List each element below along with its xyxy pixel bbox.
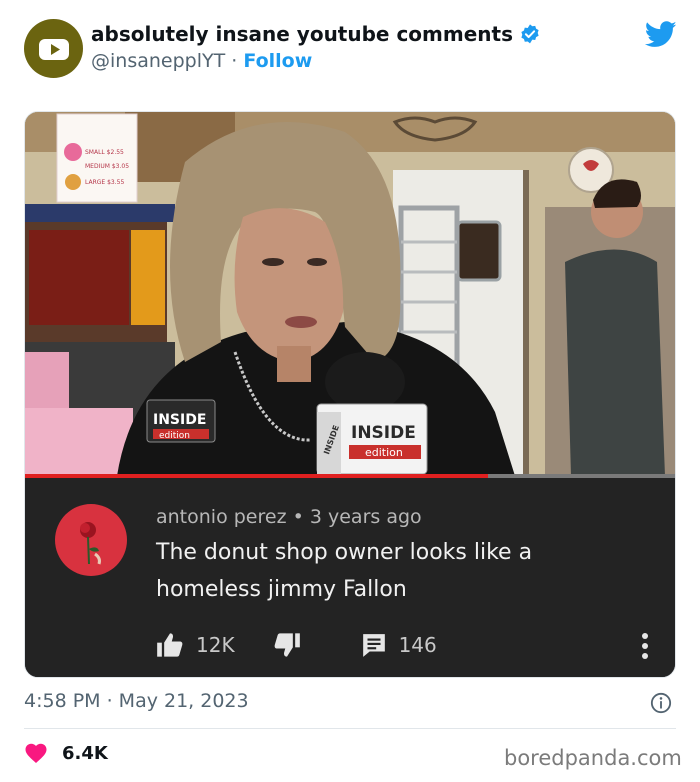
comment-avatar[interactable] [55, 504, 127, 576]
comment-author[interactable]: antonio perez [156, 506, 287, 528]
menu-line-small: SMALL $2.55 [85, 149, 124, 156]
comment-age: 3 years ago [309, 506, 422, 528]
tweet-likes[interactable]: 6.4K [24, 742, 108, 764]
like-button[interactable]: 12K [156, 632, 235, 658]
twitter-bird-icon[interactable] [644, 21, 677, 52]
more-vert-icon[interactable] [641, 632, 649, 664]
video-frame[interactable]: SMALL $2.55 MEDIUM $3.05 LARGE $3.55 INS… [25, 112, 675, 476]
comment-actions: 12K 146 [156, 632, 437, 658]
handle-separator: · [231, 50, 238, 72]
handle-row: @insanepplYT · Follow [91, 50, 312, 72]
profile-avatar[interactable] [24, 19, 83, 78]
reply-count: 146 [398, 633, 437, 657]
display-name[interactable]: absolutely insane youtube comments [91, 22, 513, 46]
youtube-logo-icon [38, 38, 69, 60]
thumbs-up-icon [157, 633, 183, 657]
follow-button[interactable]: Follow [243, 50, 312, 72]
info-icon[interactable] [650, 692, 672, 718]
dislike-button[interactable] [273, 632, 301, 658]
logo-inside-text: INSIDE [153, 412, 206, 428]
rose-avatar-icon [80, 522, 101, 565]
boredpanda-watermark: boredpanda.com [504, 746, 682, 770]
verified-badge-icon [521, 24, 539, 44]
heart-icon [25, 743, 47, 763]
divider [24, 728, 676, 729]
like-count: 12K [196, 633, 235, 657]
handle[interactable]: @insanepplYT [91, 50, 225, 72]
likes-count: 6.4K [62, 742, 108, 764]
logo-edition-text: edition [159, 431, 190, 441]
menu-line-medium: MEDIUM $3.05 [85, 163, 129, 170]
mic-edition-text: edition [365, 446, 403, 459]
tweet-header: absolutely insane youtube comments @insa… [0, 0, 700, 100]
menu-line-large: LARGE $3.55 [85, 179, 124, 186]
scene-illustration: SMALL $2.55 MEDIUM $3.05 LARGE $3.55 INS… [25, 112, 675, 476]
comment-meta-dot: • [292, 506, 304, 528]
name-row: absolutely insane youtube comments [91, 22, 541, 46]
comment-meta: antonio perez • 3 years ago [156, 506, 422, 528]
comment-text: The donut shop owner looks like a homele… [156, 540, 533, 602]
youtube-comment: antonio perez • 3 years ago The donut sh… [25, 478, 675, 677]
thumbs-down-icon [274, 633, 300, 657]
tweet-timestamp[interactable]: 4:58 PM · May 21, 2023 [24, 690, 249, 712]
reply-icon [362, 634, 385, 657]
tweet-media[interactable]: SMALL $2.55 MEDIUM $3.05 LARGE $3.55 INS… [24, 111, 676, 678]
mic-inside-text: INSIDE [351, 423, 416, 443]
reply-button[interactable]: 146 [361, 632, 437, 658]
